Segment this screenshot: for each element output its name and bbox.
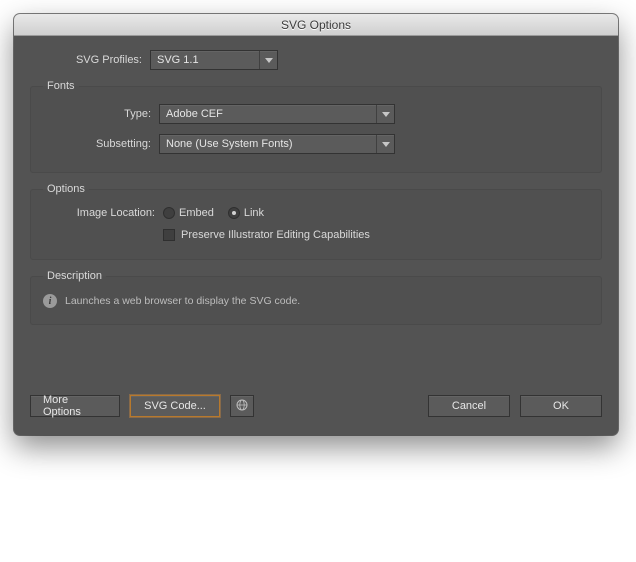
chevron-down-icon bbox=[259, 51, 277, 69]
font-subsetting-row: Subsetting: None (Use System Fonts) bbox=[43, 134, 589, 154]
font-subsetting-value: None (Use System Fonts) bbox=[160, 138, 376, 150]
image-location-label: Image Location: bbox=[43, 207, 163, 219]
svg-options-dialog: SVG Options SVG Profiles: SVG 1.1 Fonts … bbox=[14, 14, 618, 435]
font-type-row: Type: Adobe CEF bbox=[43, 104, 589, 124]
options-group: Options Image Location: Embed Link Prese… bbox=[30, 183, 602, 260]
description-group: Description Launches a web browser to di… bbox=[30, 270, 602, 325]
preserve-row: Preserve Illustrator Editing Capabilitie… bbox=[43, 229, 589, 241]
description-text: Launches a web browser to display the SV… bbox=[65, 295, 300, 307]
chevron-down-icon bbox=[376, 135, 394, 153]
radio-link[interactable] bbox=[228, 207, 240, 219]
fonts-legend: Fonts bbox=[43, 80, 79, 92]
dialog-body: SVG Profiles: SVG 1.1 Fonts Type: Adobe … bbox=[14, 36, 618, 435]
info-icon bbox=[43, 294, 57, 308]
preserve-checkbox[interactable] bbox=[163, 229, 175, 241]
profiles-row: SVG Profiles: SVG 1.1 bbox=[30, 50, 602, 70]
profiles-label: SVG Profiles: bbox=[30, 54, 150, 66]
radio-embed[interactable] bbox=[163, 207, 175, 219]
description-legend: Description bbox=[43, 270, 106, 282]
svg-code-button[interactable]: SVG Code... bbox=[130, 395, 220, 417]
profiles-dropdown[interactable]: SVG 1.1 bbox=[150, 50, 278, 70]
footer: More Options SVG Code... Cancel OK bbox=[30, 395, 602, 417]
chevron-down-icon bbox=[376, 105, 394, 123]
font-type-label: Type: bbox=[43, 108, 159, 120]
preserve-label: Preserve Illustrator Editing Capabilitie… bbox=[181, 229, 370, 241]
font-type-value: Adobe CEF bbox=[160, 108, 376, 120]
image-location-row: Image Location: Embed Link bbox=[43, 207, 589, 219]
cancel-button[interactable]: Cancel bbox=[428, 395, 510, 417]
font-type-dropdown[interactable]: Adobe CEF bbox=[159, 104, 395, 124]
ok-button[interactable]: OK bbox=[520, 395, 602, 417]
profiles-value: SVG 1.1 bbox=[151, 54, 259, 66]
radio-embed-label: Embed bbox=[179, 207, 214, 219]
description-row: Launches a web browser to display the SV… bbox=[43, 294, 589, 308]
more-options-button[interactable]: More Options bbox=[30, 395, 120, 417]
globe-icon bbox=[236, 399, 248, 414]
radio-link-label: Link bbox=[244, 207, 264, 219]
font-subsetting-dropdown[interactable]: None (Use System Fonts) bbox=[159, 134, 395, 154]
fonts-group: Fonts Type: Adobe CEF Subsetting: None (… bbox=[30, 80, 602, 173]
image-location-radios: Embed Link bbox=[163, 207, 278, 219]
font-subsetting-label: Subsetting: bbox=[43, 138, 159, 150]
options-legend: Options bbox=[43, 183, 89, 195]
preview-in-browser-button[interactable] bbox=[230, 395, 254, 417]
window-title: SVG Options bbox=[281, 18, 351, 32]
titlebar: SVG Options bbox=[14, 14, 618, 36]
